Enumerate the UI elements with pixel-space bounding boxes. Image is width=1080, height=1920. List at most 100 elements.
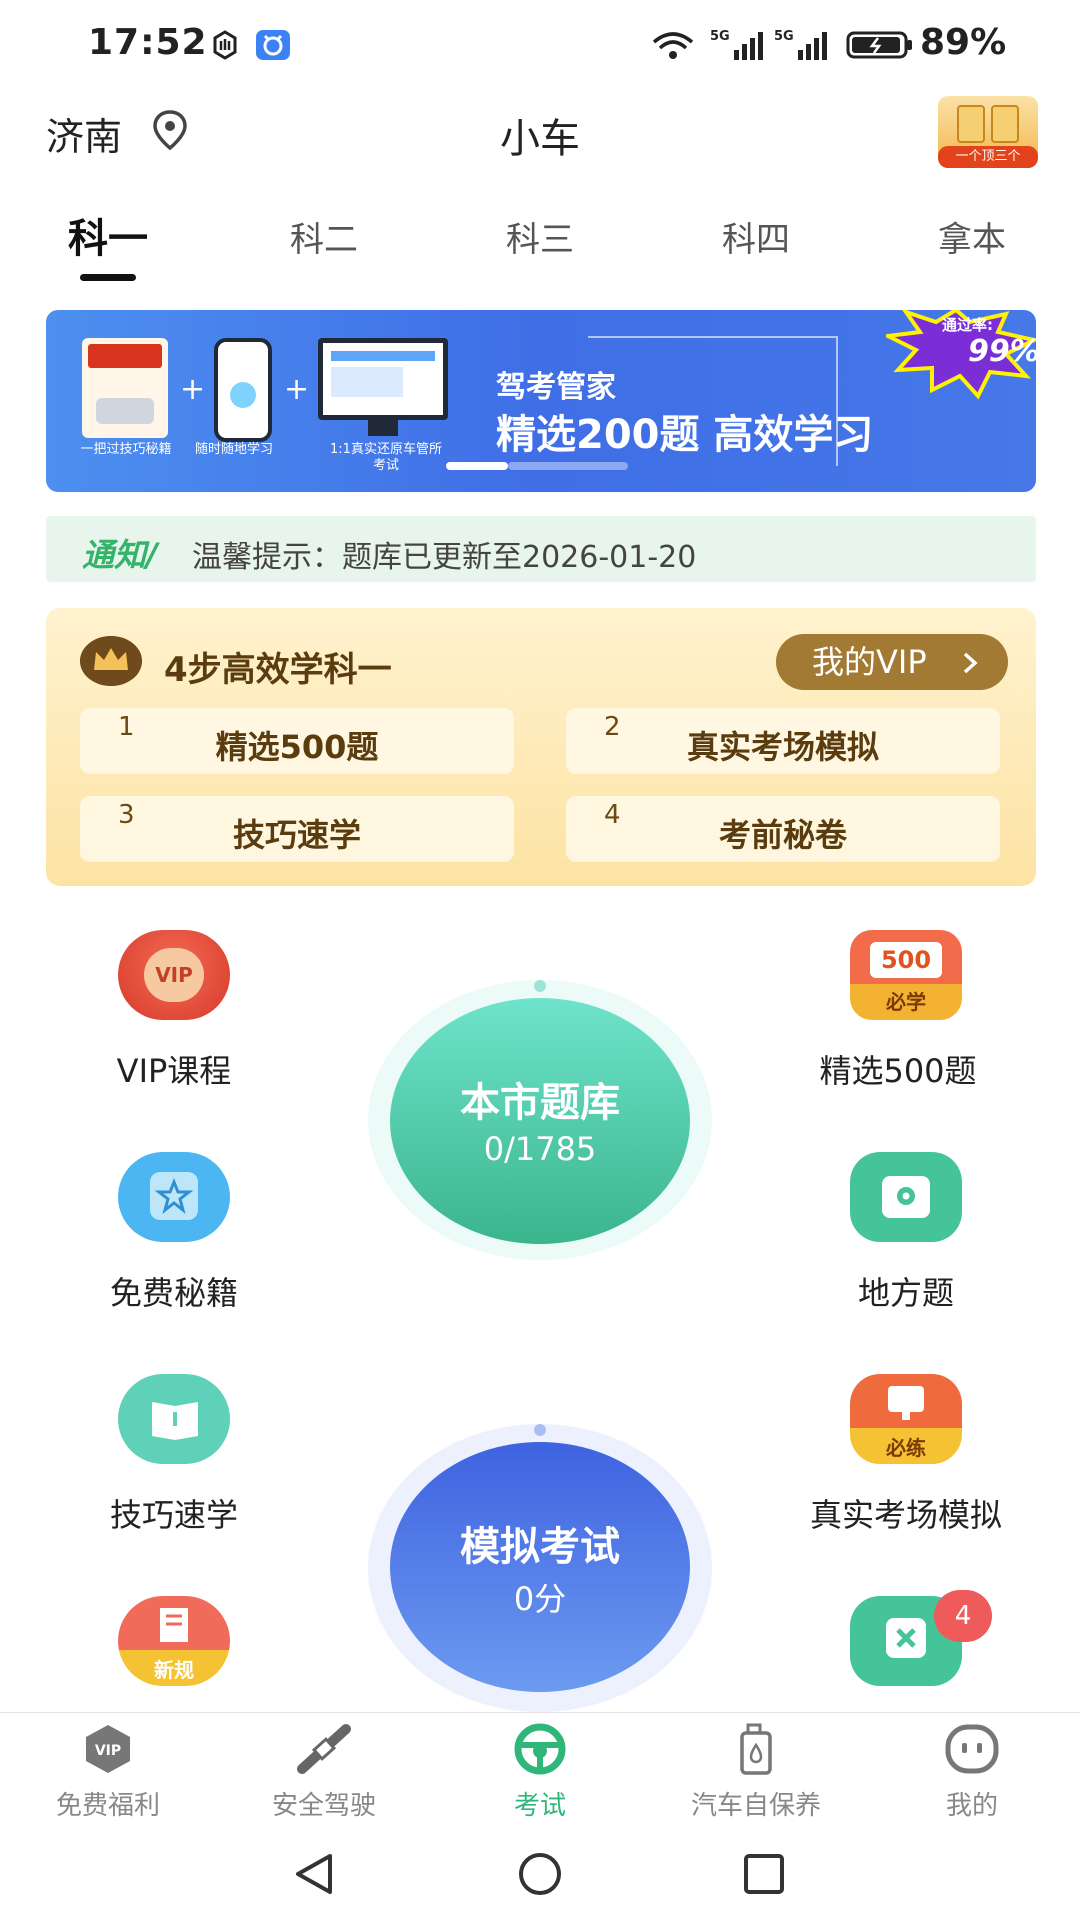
banner-headline: 精选200题 高效学习 — [496, 412, 874, 458]
grid-item-wrong-questions[interactable] — [776, 1596, 1036, 1696]
mock-exam-button[interactable]: 模拟考试 0分 — [390, 1442, 690, 1692]
grid-item-local-questions[interactable]: 地方题 — [776, 1152, 1036, 1322]
carousel-indicator-track — [508, 462, 628, 470]
real-exam-sim-icon: 必练 — [850, 1374, 962, 1464]
grid-item-new-rules[interactable]: 新规 — [44, 1596, 304, 1696]
nav-label: 汽车自保养 — [690, 1791, 821, 1821]
my-vip-button[interactable]: 我的VIP — [776, 634, 1008, 690]
back-icon[interactable] — [292, 1852, 336, 1896]
tab-subject-2[interactable]: 科二 — [244, 212, 404, 261]
gesture-hand-icon — [213, 30, 237, 60]
vip-shield-icon: VIP — [86, 1725, 130, 1773]
step-label: 真实考场模拟 — [686, 728, 879, 766]
step-card-2[interactable]: 2 真实考场模拟 — [566, 708, 1000, 774]
profile-face-icon — [945, 1724, 999, 1774]
bottom-nav: VIP 免费福利 安全驾驶 考试 汽车自保养 我的 — [0, 1712, 1080, 1822]
plus-icon-2: + — [284, 372, 310, 407]
star-card-icon — [150, 1172, 198, 1220]
chevron-right-icon — [963, 652, 978, 674]
nav-profile[interactable]: 我的 — [864, 1713, 1080, 1823]
promo-badge[interactable]: 一个顶三个 — [938, 96, 1038, 168]
my-vip-label: 我的VIP — [812, 643, 927, 681]
battery-percent: 89% — [920, 22, 1007, 63]
system-navigation-bar — [0, 1822, 1080, 1920]
caption-tips-book: 一把过技巧秘籍 — [80, 442, 172, 457]
tab-subject-3[interactable]: 科三 — [460, 212, 620, 261]
nav-exam[interactable]: 考试 — [432, 1713, 648, 1823]
step-card-1[interactable]: 1 精选500题 — [80, 708, 514, 774]
plus-icon: + — [180, 372, 206, 407]
grid-label: 真实考场模拟 — [809, 1496, 1002, 1534]
bank-title: 本市题库 — [460, 1080, 620, 1126]
clock: 17:52 — [88, 22, 208, 63]
step-card-4[interactable]: 4 考前秘卷 — [566, 796, 1000, 862]
grid-label: 地方题 — [857, 1274, 954, 1312]
bank-progress: 0/1785 — [483, 1130, 597, 1168]
vip-icon-text: VIP — [144, 948, 204, 1002]
grid-item-vip-course[interactable]: VIP VIP课程 — [44, 930, 304, 1100]
wrong-questions-count-badge: 4 — [934, 1590, 992, 1642]
bank-halo-dot — [534, 980, 546, 992]
city-label: 济南 — [46, 115, 123, 159]
phone-image — [214, 338, 272, 442]
promo-banner[interactable]: + + 一把过技巧秘籍 随时随地学习 1:1真实还原车管所考试 驾考管家 精选2… — [46, 310, 1036, 492]
grid-label: 技巧速学 — [109, 1496, 238, 1534]
signal-5g-icon: 5G — [710, 29, 763, 60]
exam-score: 0分 — [513, 1580, 567, 1618]
city-selector[interactable]: 济南 — [46, 100, 206, 160]
notification-app-icon — [256, 30, 290, 60]
grid-item-free-guide[interactable]: 免费秘籍 — [44, 1152, 304, 1322]
promo-tag: 一个顶三个 — [938, 146, 1038, 168]
grid-item-selected-500[interactable]: 500 必学 精选500题 — [776, 930, 1036, 1100]
grid-item-real-exam-sim[interactable]: 必练 真实考场模拟 — [776, 1374, 1056, 1544]
svg-text:5G: 5G — [710, 29, 730, 44]
nav-label: 我的 — [945, 1791, 998, 1821]
vip-course-icon: VIP — [118, 930, 230, 1020]
home-icon[interactable] — [516, 1852, 564, 1896]
monitor-stand — [368, 420, 398, 436]
local-questions-icon — [850, 1152, 962, 1242]
real-exam-icon-text: 必练 — [886, 1436, 926, 1460]
notice-bar[interactable]: 通知/ 温馨提示：题库已更新至2026-01-20 — [46, 516, 1036, 582]
nav-safe-driving[interactable]: 安全驾驶 — [216, 1713, 432, 1823]
seatbelt-icon — [297, 1724, 351, 1774]
svg-text:VIP: VIP — [95, 1743, 121, 1759]
steering-wheel-icon — [514, 1723, 566, 1775]
tab-subject-1[interactable]: 科一 — [28, 206, 188, 264]
tab-subject-4[interactable]: 科四 — [676, 212, 836, 261]
vip-card-heading: 4步高效学科一 — [164, 650, 392, 690]
tab-indicator — [80, 274, 136, 281]
free-guide-icon — [118, 1152, 230, 1242]
step-card-3[interactable]: 3 技巧速学 — [80, 796, 514, 862]
caption-monitor: 1:1真实还原车管所考试 — [330, 442, 442, 473]
nav-free-benefits[interactable]: VIP 免费福利 — [0, 1713, 216, 1823]
grid-label: 精选500题 — [819, 1052, 977, 1090]
city-question-bank-button[interactable]: 本市题库 0/1785 — [390, 998, 690, 1244]
vip-steps-card: 4步高效学科一 我的VIP 1 精选500题 2 真实考场模拟 3 技巧速学 4… — [46, 608, 1036, 886]
exam-title: 模拟考试 — [460, 1524, 620, 1570]
x-card-icon — [886, 1618, 926, 1658]
step-label: 考前秘卷 — [718, 816, 847, 854]
nav-label: 免费福利 — [55, 1791, 160, 1821]
icon-500-text: 500 — [870, 942, 942, 978]
nav-car-maintenance[interactable]: 汽车自保养 — [648, 1713, 864, 1823]
nav-label: 考试 — [513, 1791, 566, 1821]
grid-label: 免费秘籍 — [109, 1274, 238, 1312]
recents-icon[interactable] — [742, 1852, 786, 1896]
svg-text:5G: 5G — [774, 29, 794, 44]
grid-item-skill-learning[interactable]: 技巧速学 — [44, 1374, 304, 1544]
crown-icon — [80, 636, 142, 686]
oil-can-icon — [740, 1723, 772, 1775]
location-pin-icon — [153, 110, 187, 151]
books-icon — [957, 105, 1019, 143]
map-pin-card-icon — [882, 1176, 930, 1218]
new-rules-icon-text: 新规 — [154, 1658, 194, 1682]
new-rules-icon: 新规 — [118, 1596, 230, 1686]
status-bar: 17:52 5G 5G 89% — [0, 0, 1080, 90]
notice-tag: 通知/ — [82, 536, 158, 574]
tab-get-license[interactable]: 拿本 — [892, 212, 1052, 261]
pass-rate-label: 通过率: — [942, 316, 993, 334]
monitor-image — [318, 338, 448, 420]
battery-icon — [846, 31, 912, 59]
caption-phone: 随时随地学习 — [194, 442, 273, 457]
